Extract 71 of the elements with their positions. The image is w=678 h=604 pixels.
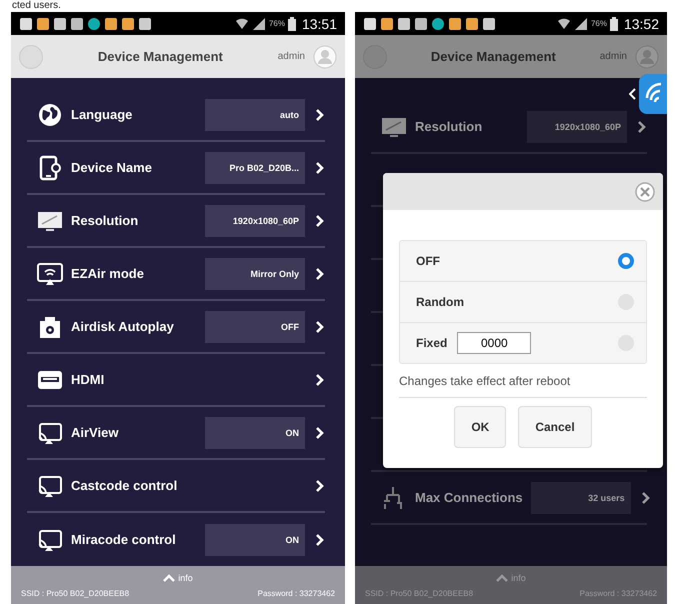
ok-button[interactable]: OK [454, 406, 506, 448]
option-label: Fixed [416, 336, 448, 350]
avatar-icon[interactable] [635, 44, 659, 68]
value-field[interactable]: OFF [205, 310, 305, 342]
battery-icon [610, 16, 618, 30]
chevron-right-icon [315, 320, 325, 334]
cast-screen-icon [37, 260, 63, 286]
page-title: Device Management [96, 49, 224, 64]
close-icon[interactable] [635, 182, 655, 202]
value-field[interactable]: ON [205, 416, 305, 448]
chevron-right-icon [315, 532, 325, 546]
value-field[interactable]: 32 users [530, 482, 631, 514]
code-field[interactable]: 0000 [457, 332, 532, 354]
ssid-text: SSID : Pro50 B02_D20BEEB8 [21, 588, 130, 598]
cancel-button[interactable]: Cancel [518, 406, 592, 448]
page-title: Device Management [430, 49, 557, 64]
option-label: OFF [416, 254, 440, 268]
globe-icon [37, 102, 63, 128]
settings-item[interactable]: Castcode control [27, 472, 325, 498]
info-label: info [178, 572, 193, 582]
radio-button[interactable] [618, 253, 634, 269]
value-field[interactable]: Mirror Only [205, 258, 305, 290]
signal-icon [252, 16, 266, 30]
settings-item[interactable]: Max Connections 32 users [371, 482, 651, 514]
settings-item[interactable]: Language auto [27, 98, 325, 130]
wifi-icon [234, 16, 249, 30]
wifi-app-icon[interactable] [639, 74, 667, 114]
battery-icon [288, 16, 296, 30]
battery-percent: 76% [590, 19, 607, 28]
value-field[interactable]: 1920x1080_60P [527, 110, 627, 142]
value-field[interactable]: auto [205, 98, 305, 130]
caption-text: cted users. [11, 0, 62, 12]
caret-up-icon [163, 574, 176, 582]
settings-item[interactable]: Miracode control ON [27, 524, 325, 556]
password-text: Password : 33273462 [580, 588, 657, 598]
chevron-right-icon [315, 372, 325, 386]
value-field[interactable]: ON [205, 524, 305, 556]
password-text: Password : 33273462 [258, 588, 335, 598]
settings-item[interactable]: EZAir mode Mirror Only [27, 258, 325, 290]
settings-item[interactable]: HDMI [27, 366, 325, 392]
user-name: admin [278, 51, 305, 62]
status-time: 13:52 [624, 16, 659, 32]
settings-item[interactable]: Resolution 1920x1080_60P [371, 110, 647, 142]
menu-button[interactable] [19, 44, 43, 68]
info-label: info [511, 572, 526, 582]
battery-percent: 76% [268, 19, 285, 28]
chevron-right-icon [315, 108, 325, 122]
chevron-right-icon [637, 120, 647, 134]
chevron-left-icon [629, 88, 636, 100]
settings-item[interactable]: Resolution 1920x1080_60P [27, 204, 325, 236]
settings-item[interactable]: AirView ON [27, 416, 325, 448]
settings-item[interactable]: Device Name Pro B02_D20B... [27, 152, 325, 184]
chevron-right-icon [640, 490, 651, 504]
chevron-right-icon [315, 478, 325, 492]
signal-icon [574, 16, 588, 30]
chevron-right-icon [315, 426, 325, 440]
caret-up-icon [496, 574, 508, 582]
user-name: admin [600, 51, 627, 62]
value-field[interactable]: 1920x1080_60P [205, 204, 305, 236]
avatar-icon[interactable] [313, 44, 337, 68]
status-time: 13:51 [302, 16, 337, 32]
chevron-right-icon [315, 266, 325, 280]
option-label: Random [416, 295, 464, 309]
chevron-right-icon [315, 160, 325, 174]
chevron-right-icon [315, 214, 325, 228]
wifi-icon [556, 16, 571, 30]
tablet-icon [37, 154, 63, 180]
settings-item[interactable]: Airdisk Autoplay OFF [27, 310, 325, 342]
note-text: Changes take effect after reboot [399, 364, 647, 398]
value-field[interactable]: Pro B02_D20B... [205, 152, 305, 184]
ssid-text: SSID : Pro50 B02_D20BEEB8 [365, 588, 474, 598]
